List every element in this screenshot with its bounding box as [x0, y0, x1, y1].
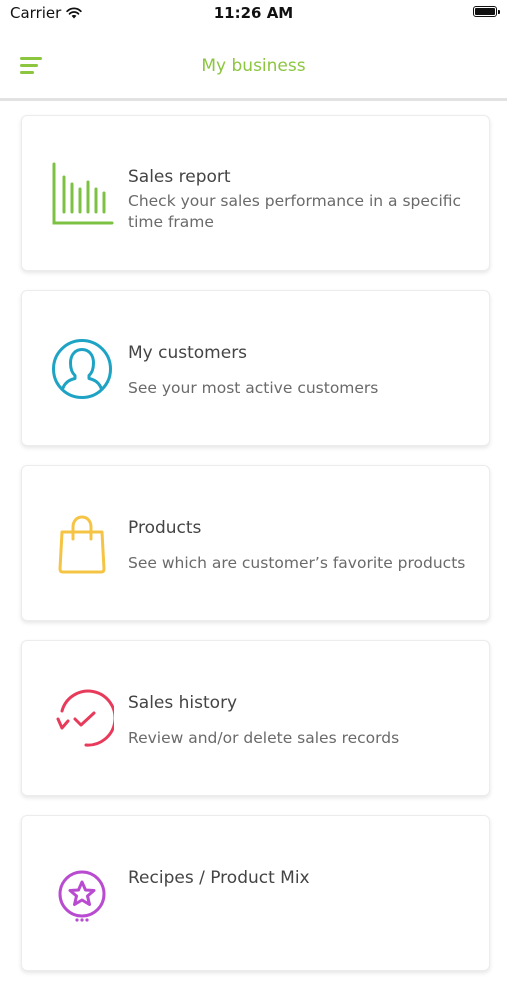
- customer-avatar-icon: [50, 337, 114, 401]
- history-clock-icon: [50, 687, 114, 751]
- card-title: Recipes / Product Mix: [128, 868, 310, 888]
- bar-chart-icon: [50, 162, 114, 226]
- card-description: Review and/or delete sales records: [128, 729, 400, 747]
- recipes-product-mix-card[interactable]: Recipes / Product Mix: [21, 815, 490, 971]
- business-menu-list: Sales report Check your sales performanc…: [21, 115, 490, 990]
- shopping-bag-icon: [50, 512, 114, 576]
- sales-history-card[interactable]: Sales history Review and/or delete sales…: [21, 640, 490, 796]
- star-badge-icon: [50, 862, 114, 926]
- card-title: My customers: [128, 343, 248, 363]
- status-time: 11:26 AM: [213, 4, 294, 22]
- my-customers-card[interactable]: My customers See your most active custom…: [21, 290, 490, 446]
- navigation-bar: My business: [0, 30, 507, 101]
- card-description: See which are customer’s favorite produc…: [128, 554, 466, 572]
- card-title: Sales history: [128, 693, 238, 713]
- card-description: Check your sales performance in a specif…: [128, 192, 462, 231]
- card-title: Products: [128, 518, 202, 538]
- sales-report-card[interactable]: Sales report Check your sales performanc…: [21, 115, 490, 271]
- status-bar: Carrier 11:26 AM: [0, 0, 507, 30]
- card-description: See your most active customers: [128, 379, 379, 397]
- card-title: Sales report: [128, 167, 231, 187]
- page-title: My business: [201, 56, 306, 76]
- products-card[interactable]: Products See which are customer’s favori…: [21, 465, 490, 621]
- battery-icon: [473, 6, 500, 17]
